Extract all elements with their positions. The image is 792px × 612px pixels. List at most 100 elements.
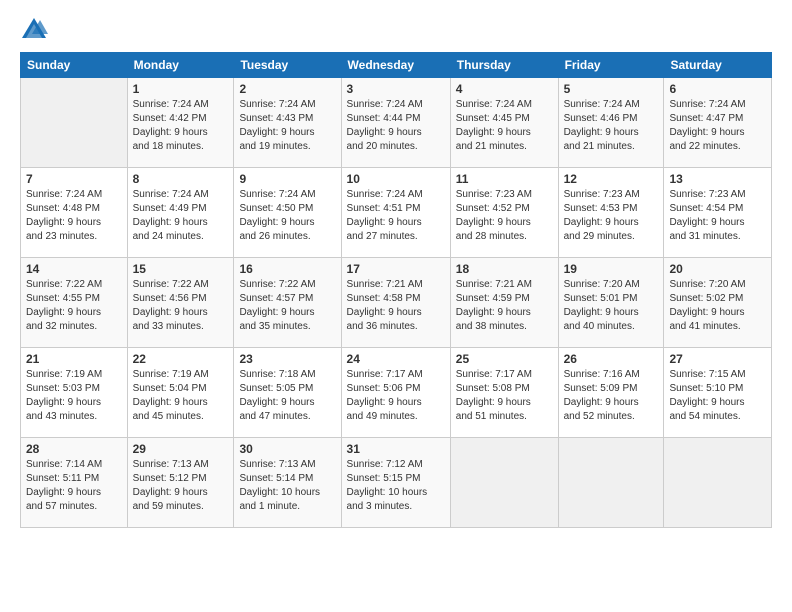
day-number: 2	[239, 82, 335, 96]
day-number: 4	[456, 82, 553, 96]
day-cell: 21 Sunrise: 7:19 AM Sunset: 5:03 PM Dayli…	[21, 348, 128, 438]
day-info: Sunrise: 7:24 AM Sunset: 4:46 PM Dayligh…	[564, 98, 659, 154]
day-info: Sunrise: 7:19 AM Sunset: 5:04 PM Dayligh…	[133, 368, 229, 424]
day-number: 31	[347, 442, 445, 456]
day-info: Sunrise: 7:24 AM Sunset: 4:43 PM Dayligh…	[239, 98, 335, 154]
day-cell: 4 Sunrise: 7:24 AM Sunset: 4:45 PM Daylig…	[450, 78, 558, 168]
day-cell: 29Sunrise: 7:13 AM Sunset: 5:12 PM Dayli…	[127, 438, 234, 528]
day-info: Sunrise: 7:24 AM Sunset: 4:48 PM Dayligh…	[26, 188, 122, 244]
day-number: 21	[26, 352, 122, 366]
calendar-table: SundayMondayTuesdayWednesdayThursdayFrid…	[20, 52, 772, 528]
day-cell: 25 Sunrise: 7:17 AM Sunset: 5:08 PM Dayli…	[450, 348, 558, 438]
day-info: Sunrise: 7:23 AM Sunset: 4:52 PM Dayligh…	[456, 188, 553, 244]
day-info: Sunrise: 7:22 AM Sunset: 4:56 PM Dayligh…	[133, 278, 229, 334]
day-cell	[21, 78, 128, 168]
day-cell: 9 Sunrise: 7:24 AM Sunset: 4:50 PM Daylig…	[234, 168, 341, 258]
day-number: 11	[456, 172, 553, 186]
day-number: 26	[564, 352, 659, 366]
day-cell: 15 Sunrise: 7:22 AM Sunset: 4:56 PM Dayli…	[127, 258, 234, 348]
day-info: Sunrise: 7:24 AM Sunset: 4:42 PM Dayligh…	[133, 98, 229, 154]
day-info: Sunrise: 7:15 AM Sunset: 5:10 PM Dayligh…	[669, 368, 766, 424]
logo-icon	[20, 16, 48, 44]
day-info: Sunrise: 7:20 AM Sunset: 5:02 PM Dayligh…	[669, 278, 766, 334]
day-cell: 13 Sunrise: 7:23 AM Sunset: 4:54 PM Dayli…	[664, 168, 772, 258]
day-info: Sunrise: 7:17 AM Sunset: 5:08 PM Dayligh…	[456, 368, 553, 424]
day-number: 28	[26, 442, 122, 456]
day-number: 12	[564, 172, 659, 186]
day-number: 14	[26, 262, 122, 276]
col-header-thursday: Thursday	[450, 53, 558, 78]
day-cell: 31 Sunrise: 7:12 AM Sunset: 5:15 PM Dayli…	[341, 438, 450, 528]
day-info: Sunrise: 7:23 AM Sunset: 4:54 PM Dayligh…	[669, 188, 766, 244]
day-number: 13	[669, 172, 766, 186]
day-info: Sunrise: 7:20 AM Sunset: 5:01 PM Dayligh…	[564, 278, 659, 334]
day-number: 9	[239, 172, 335, 186]
day-number: 10	[347, 172, 445, 186]
col-header-wednesday: Wednesday	[341, 53, 450, 78]
day-cell: 19 Sunrise: 7:20 AM Sunset: 5:01 PM Dayli…	[558, 258, 664, 348]
week-row-2: 7 Sunrise: 7:24 AM Sunset: 4:48 PM Daylig…	[21, 168, 772, 258]
day-cell: 5 Sunrise: 7:24 AM Sunset: 4:46 PM Daylig…	[558, 78, 664, 168]
day-info: Sunrise: 7:19 AM Sunset: 5:03 PM Dayligh…	[26, 368, 122, 424]
day-info: Sunrise: 7:21 AM Sunset: 4:59 PM Dayligh…	[456, 278, 553, 334]
day-info: Sunrise: 7:12 AM Sunset: 5:15 PM Dayligh…	[347, 458, 445, 514]
day-cell: 27Sunrise: 7:15 AM Sunset: 5:10 PM Dayli…	[664, 348, 772, 438]
day-cell: 28 Sunrise: 7:14 AM Sunset: 5:11 PM Dayli…	[21, 438, 128, 528]
day-number: 15	[133, 262, 229, 276]
calendar-header: SundayMondayTuesdayWednesdayThursdayFrid…	[21, 53, 772, 78]
day-number: 18	[456, 262, 553, 276]
day-info: Sunrise: 7:13 AM Sunset: 5:14 PM Dayligh…	[239, 458, 335, 514]
day-number: 8	[133, 172, 229, 186]
day-info: Sunrise: 7:16 AM Sunset: 5:09 PM Dayligh…	[564, 368, 659, 424]
col-header-monday: Monday	[127, 53, 234, 78]
day-number: 1	[133, 82, 229, 96]
day-cell: 17 Sunrise: 7:21 AM Sunset: 4:58 PM Dayli…	[341, 258, 450, 348]
header	[20, 16, 772, 44]
day-info: Sunrise: 7:24 AM Sunset: 4:45 PM Dayligh…	[456, 98, 553, 154]
day-info: Sunrise: 7:13 AM Sunset: 5:12 PM Dayligh…	[133, 458, 229, 514]
day-info: Sunrise: 7:21 AM Sunset: 4:58 PM Dayligh…	[347, 278, 445, 334]
day-cell	[450, 438, 558, 528]
day-number: 6	[669, 82, 766, 96]
page: SundayMondayTuesdayWednesdayThursdayFrid…	[0, 0, 792, 612]
week-row-1: 1 Sunrise: 7:24 AM Sunset: 4:42 PM Daylig…	[21, 78, 772, 168]
day-number: 7	[26, 172, 122, 186]
day-info: Sunrise: 7:24 AM Sunset: 4:50 PM Dayligh…	[239, 188, 335, 244]
week-row-4: 21 Sunrise: 7:19 AM Sunset: 5:03 PM Dayli…	[21, 348, 772, 438]
day-info: Sunrise: 7:14 AM Sunset: 5:11 PM Dayligh…	[26, 458, 122, 514]
day-cell: 18 Sunrise: 7:21 AM Sunset: 4:59 PM Dayli…	[450, 258, 558, 348]
day-number: 23	[239, 352, 335, 366]
header-row: SundayMondayTuesdayWednesdayThursdayFrid…	[21, 53, 772, 78]
day-cell: 10 Sunrise: 7:24 AM Sunset: 4:51 PM Dayli…	[341, 168, 450, 258]
day-cell: 30 Sunrise: 7:13 AM Sunset: 5:14 PM Dayli…	[234, 438, 341, 528]
col-header-tuesday: Tuesday	[234, 53, 341, 78]
day-cell: 20 Sunrise: 7:20 AM Sunset: 5:02 PM Dayli…	[664, 258, 772, 348]
day-number: 16	[239, 262, 335, 276]
day-cell: 7 Sunrise: 7:24 AM Sunset: 4:48 PM Daylig…	[21, 168, 128, 258]
day-number: 5	[564, 82, 659, 96]
day-cell: 22 Sunrise: 7:19 AM Sunset: 5:04 PM Dayli…	[127, 348, 234, 438]
day-info: Sunrise: 7:24 AM Sunset: 4:44 PM Dayligh…	[347, 98, 445, 154]
day-cell: 8Sunrise: 7:24 AM Sunset: 4:49 PM Daylig…	[127, 168, 234, 258]
day-number: 19	[564, 262, 659, 276]
day-cell: 12Sunrise: 7:23 AM Sunset: 4:53 PM Dayli…	[558, 168, 664, 258]
col-header-saturday: Saturday	[664, 53, 772, 78]
day-number: 20	[669, 262, 766, 276]
day-cell: 24Sunrise: 7:17 AM Sunset: 5:06 PM Dayli…	[341, 348, 450, 438]
day-info: Sunrise: 7:18 AM Sunset: 5:05 PM Dayligh…	[239, 368, 335, 424]
col-header-friday: Friday	[558, 53, 664, 78]
day-number: 25	[456, 352, 553, 366]
day-number: 24	[347, 352, 445, 366]
week-row-5: 28 Sunrise: 7:14 AM Sunset: 5:11 PM Dayli…	[21, 438, 772, 528]
day-number: 22	[133, 352, 229, 366]
day-number: 3	[347, 82, 445, 96]
day-cell: 11 Sunrise: 7:23 AM Sunset: 4:52 PM Dayli…	[450, 168, 558, 258]
day-number: 30	[239, 442, 335, 456]
day-cell: 3 Sunrise: 7:24 AM Sunset: 4:44 PM Daylig…	[341, 78, 450, 168]
day-info: Sunrise: 7:22 AM Sunset: 4:57 PM Dayligh…	[239, 278, 335, 334]
day-cell: 14Sunrise: 7:22 AM Sunset: 4:55 PM Dayli…	[21, 258, 128, 348]
day-cell: 6 Sunrise: 7:24 AM Sunset: 4:47 PM Daylig…	[664, 78, 772, 168]
day-info: Sunrise: 7:24 AM Sunset: 4:51 PM Dayligh…	[347, 188, 445, 244]
day-number: 17	[347, 262, 445, 276]
day-info: Sunrise: 7:24 AM Sunset: 4:47 PM Dayligh…	[669, 98, 766, 154]
